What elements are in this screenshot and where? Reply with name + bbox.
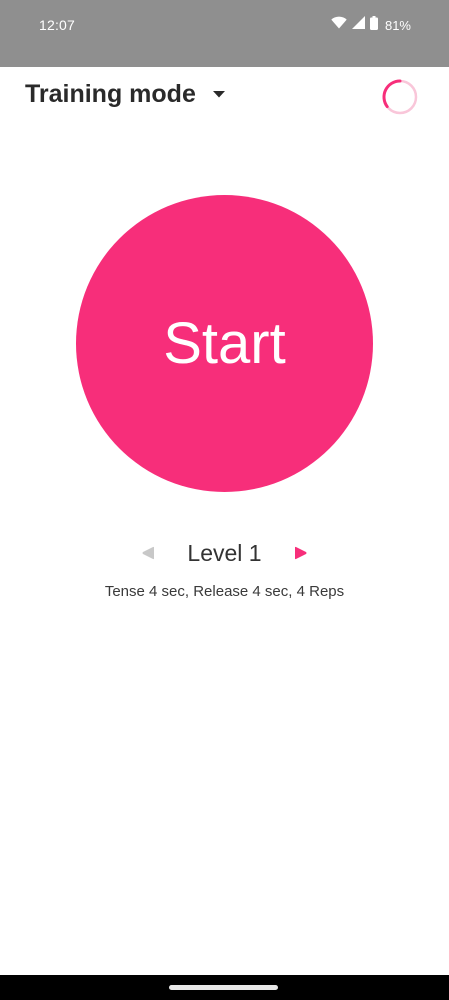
training-mode-title: Training mode: [25, 80, 196, 108]
level-description: Tense 4 sec, Release 4 sec, 4 Reps: [104, 583, 345, 600]
navigation-bar: [0, 975, 449, 1000]
chevron-right-icon[interactable]: [292, 544, 310, 562]
arrow-drop-down-icon: [212, 88, 226, 102]
level-label: Level 1: [187, 540, 262, 566]
home-handle[interactable]: [169, 985, 278, 990]
status-icons: 81%: [331, 15, 411, 35]
battery-icon: [369, 15, 378, 35]
app-bar: Training mode: [0, 67, 449, 127]
progress-ring-icon[interactable]: [381, 78, 419, 116]
battery-percent: 81%: [384, 17, 411, 33]
level-selector: Level 1: [0, 536, 449, 572]
signal-icon: [351, 16, 365, 34]
training-mode-selector[interactable]: Training mode: [25, 80, 226, 109]
start-button[interactable]: Start: [76, 195, 373, 492]
status-bar: 12:07 81%: [0, 0, 449, 67]
status-time: 12:07: [39, 17, 76, 33]
wifi-icon: [331, 16, 347, 34]
